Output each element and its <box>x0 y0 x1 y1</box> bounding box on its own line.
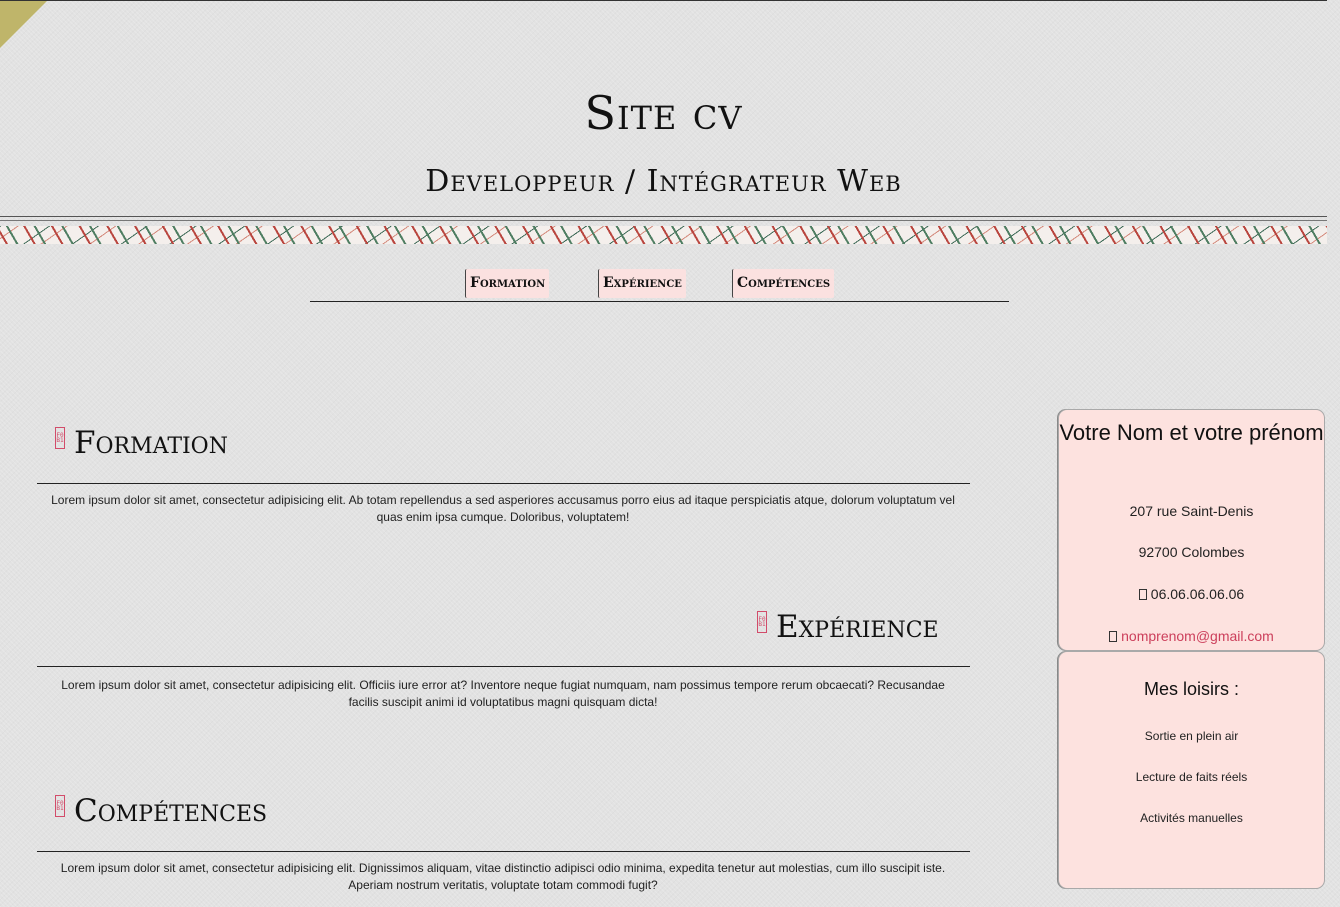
bookmark-icon: F0 B1 <box>55 795 65 817</box>
bookmark-icon: F0 B1 <box>55 427 65 449</box>
section-text-competences: Lorem ipsum dolor sit amet, consectetur … <box>60 861 946 892</box>
hobby-item: Sortie en plein air <box>1144 729 1239 743</box>
hobby-item: Activités manuelles <box>1140 811 1243 825</box>
section-divider <box>37 851 970 852</box>
contact-name: Votre Nom et votre prénom <box>1059 420 1324 445</box>
contact-city: 92700 Colombes <box>1138 544 1245 560</box>
section-title-text: Compétences <box>74 793 268 829</box>
contact-email-row: nomprenom@gmail.com <box>1059 628 1324 644</box>
section-text-experience: Lorem ipsum dolor sit amet, consectetur … <box>61 678 945 709</box>
hobbies-title: Mes loisirs : <box>1143 679 1239 699</box>
header-divider-secondary <box>0 220 1327 221</box>
contact-email-link[interactable]: nomprenom@gmail.com <box>1121 628 1274 644</box>
nav-competences-button[interactable]: Compétences <box>732 269 835 298</box>
contact-street: 207 rue Saint-Denis <box>1129 503 1254 519</box>
decorative-pattern-band <box>0 226 1327 244</box>
section-title-text: Formation <box>74 425 228 461</box>
section-text-formation: Lorem ipsum dolor sit amet, consectetur … <box>51 493 955 524</box>
site-subtitle: Developpeur / Intégrateur Web <box>425 164 902 199</box>
contact-card: Votre Nom et votre prénom 207 rue Saint-… <box>1058 409 1325 651</box>
section-title-formation: F0 B1 Formation <box>55 425 228 461</box>
hobby-item: Lecture de faits réels <box>1135 770 1248 784</box>
contact-phone: 06.06.06.06.06 <box>1150 586 1245 602</box>
hobbies-card: Mes loisirs : Sortie en plein air Lectur… <box>1058 651 1325 889</box>
header-divider <box>0 216 1327 217</box>
contact-phone-row: 06.06.06.06.06 <box>1059 586 1324 602</box>
email-icon <box>1109 631 1118 642</box>
section-divider <box>37 483 970 484</box>
site-title: Site cv <box>584 86 743 140</box>
bookmark-icon: F0 B1 <box>757 611 767 633</box>
section-title-text: Expérience <box>776 609 939 645</box>
section-divider <box>37 666 970 667</box>
nav-experience-button[interactable]: Expérience <box>598 269 686 298</box>
nav-formation-button[interactable]: Formation <box>465 269 550 298</box>
main-nav: Formation Expérience Compétences <box>310 268 1009 302</box>
page-header: Site cv Developpeur / Intégrateur Web <box>0 0 1327 218</box>
section-title-competences: F0 B1 Compétences <box>55 793 267 829</box>
section-title-experience: F0 B1 Expérience <box>757 609 939 645</box>
phone-icon <box>1138 589 1147 600</box>
